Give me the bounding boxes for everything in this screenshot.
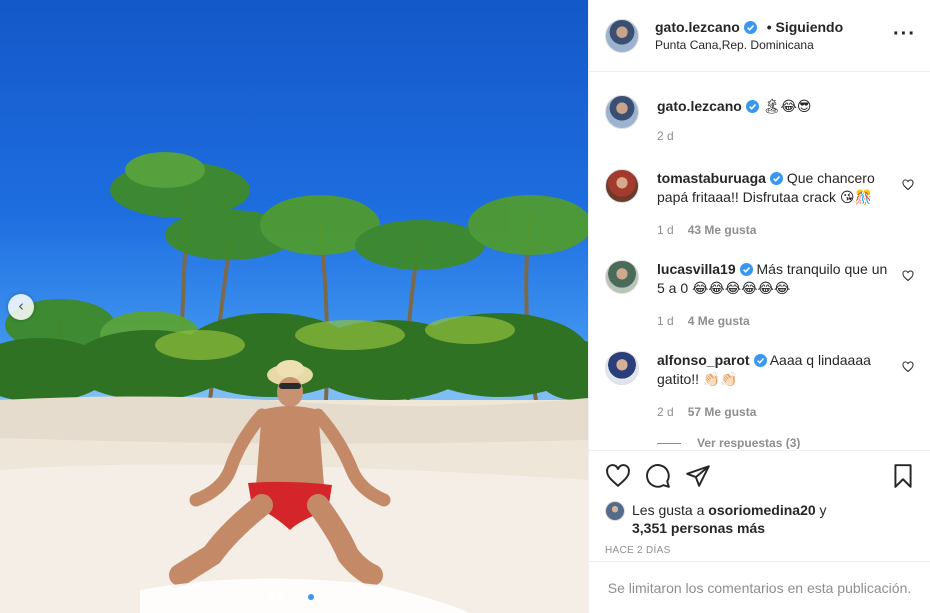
commenter-avatar[interactable] xyxy=(605,351,639,385)
carousel-dot xyxy=(298,594,304,600)
post-side-panel: gato.lezcano • Siguiendo Punta Cana,Rep.… xyxy=(588,0,930,613)
comment-time: 1 d xyxy=(657,314,674,328)
post-location[interactable]: Punta Cana,Rep. Dominicana xyxy=(655,37,843,53)
comment-time: 1 d xyxy=(657,223,674,237)
carousel-dot xyxy=(278,594,284,600)
verified-badge-icon xyxy=(769,172,783,185)
previous-photo-button[interactable]: ‹ xyxy=(8,294,34,320)
liker-username[interactable]: osoriomedina20 xyxy=(708,502,815,518)
post-photo: ‹ xyxy=(0,0,588,613)
follow-status-button[interactable]: • Siguiendo xyxy=(767,19,843,35)
author-avatar[interactable] xyxy=(605,18,639,53)
commenter-username[interactable]: tomastaburuaga xyxy=(657,170,766,186)
verified-badge-icon xyxy=(753,354,767,367)
heart-icon[interactable] xyxy=(605,463,631,489)
comment-item: lucasvilla19 Más tranquilo que un 5 a 0 … xyxy=(605,260,914,331)
post-header: gato.lezcano • Siguiendo Punta Cana,Rep.… xyxy=(589,0,930,72)
likes-others[interactable]: 3,351 personas más xyxy=(632,520,765,536)
comment-heart-icon[interactable] xyxy=(902,179,914,191)
likes-and: y xyxy=(819,502,827,518)
carousel-indicator xyxy=(268,594,314,600)
caption-time: 2 d xyxy=(657,129,674,143)
beach-scene xyxy=(0,152,588,613)
comment-heart-icon[interactable] xyxy=(902,270,914,282)
view-replies-button[interactable]: Ver respuestas (3) xyxy=(657,436,800,449)
commenter-username[interactable]: lucasvilla19 xyxy=(657,261,736,277)
comment-heart-icon[interactable] xyxy=(902,361,914,373)
bookmark-icon[interactable] xyxy=(890,463,916,489)
likes-summary: Les gusta a osoriomedina20 y 3,351 perso… xyxy=(605,501,916,537)
comments-list: gato.lezcano 🏝😂😎 2 d tomastaburuaga Que … xyxy=(589,73,930,449)
post-timestamp[interactable]: HACE 2 DÍAS xyxy=(605,545,916,556)
author-avatar[interactable] xyxy=(605,95,639,129)
action-bar: Les gusta a osoriomedina20 y 3,351 perso… xyxy=(589,450,930,561)
carousel-dot xyxy=(288,594,294,600)
verified-badge-icon xyxy=(745,100,759,113)
more-options-icon[interactable]: ··· xyxy=(893,24,916,44)
likes-prefix: Les gusta a xyxy=(632,502,705,518)
comment-likes[interactable]: 57 Me gusta xyxy=(688,405,757,419)
author-username[interactable]: gato.lezcano xyxy=(655,19,740,35)
caption-text: 🏝😂😎 xyxy=(762,99,812,115)
comment-icon[interactable] xyxy=(645,463,671,489)
comment-likes[interactable]: 4 Me gusta xyxy=(688,314,750,328)
commenter-username[interactable]: alfonso_parot xyxy=(657,352,750,368)
comment-item: tomastaburuaga Que chancero papá fritaaa… xyxy=(605,169,914,240)
commenter-avatar[interactable] xyxy=(605,260,639,294)
chevron-left-icon: ‹ xyxy=(18,296,24,315)
caption: gato.lezcano 🏝😂😎 2 d xyxy=(605,95,914,146)
commenter-avatar[interactable] xyxy=(605,169,639,203)
carousel-dot xyxy=(268,594,274,600)
send-icon[interactable] xyxy=(685,463,711,489)
caption-username[interactable]: gato.lezcano xyxy=(657,98,742,114)
comments-limited-notice: Se limitaron los comentarios en esta pub… xyxy=(589,561,930,613)
verified-badge-icon xyxy=(743,20,757,34)
liker-avatar[interactable] xyxy=(605,501,625,521)
carousel-dot-active xyxy=(308,594,314,600)
comment-time: 2 d xyxy=(657,405,674,419)
verified-badge-icon xyxy=(739,263,753,276)
comment-likes[interactable]: 43 Me gusta xyxy=(688,223,757,237)
comment-item: alfonso_parot Aaaa q lindaaaa gatito!! 👏… xyxy=(605,351,914,422)
